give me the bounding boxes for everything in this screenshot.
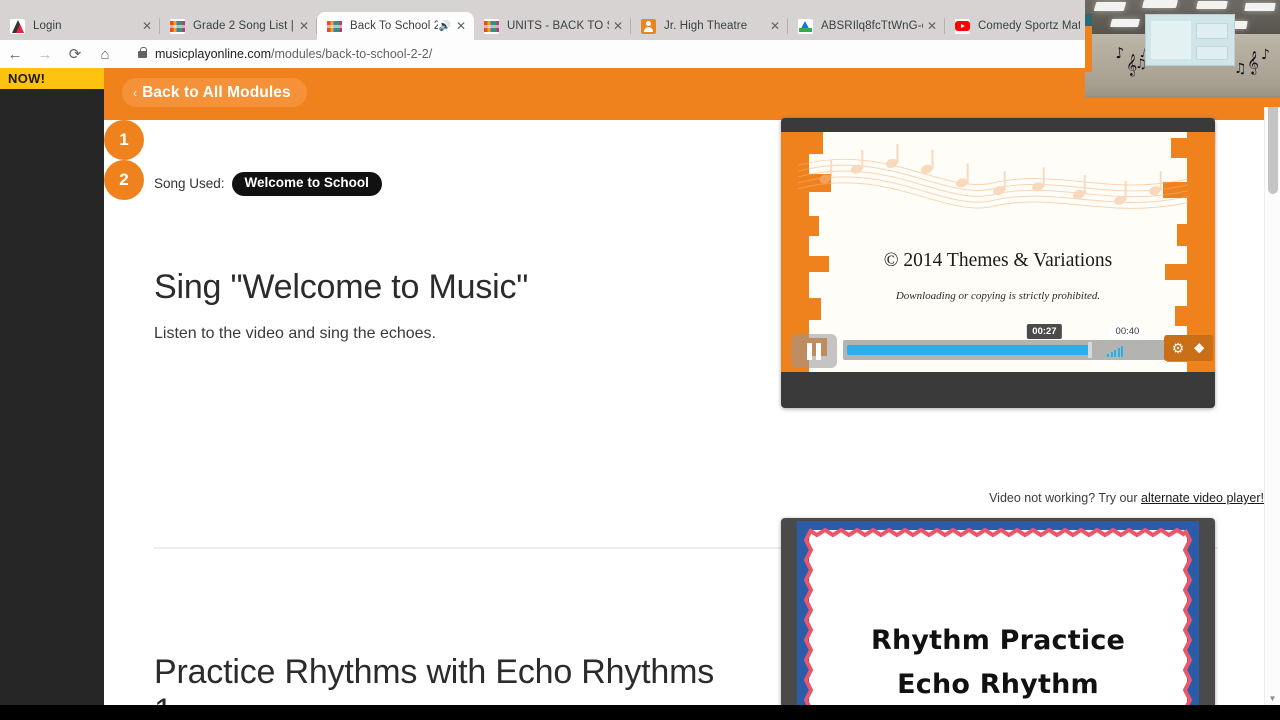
address-bar-url: musicplayonline.com/modules/back-to-scho… bbox=[155, 47, 432, 61]
tab-audio-playing-icon[interactable]: 🔊 bbox=[438, 21, 452, 32]
lesson-1-body: Listen to the video and sing the echoes. bbox=[154, 325, 436, 342]
tab-title: ABSRIlq8fcTtWnG-cRW bbox=[821, 20, 923, 32]
webcam-edge-orange-left bbox=[1085, 26, 1092, 72]
video-progress-fill bbox=[847, 345, 1091, 355]
back-to-all-modules-label: Back to All Modules bbox=[142, 83, 291, 101]
browser-tab-grade-2-song-list[interactable]: Grade 2 Song List | Mu ✕ bbox=[160, 12, 317, 40]
lesson-1-title: Sing "Welcome to Music" bbox=[154, 268, 529, 306]
music-note-decal-icon: ♫ bbox=[1135, 57, 1147, 72]
musicplay-icon bbox=[327, 18, 342, 34]
video-duration: 00:40 bbox=[1110, 324, 1145, 339]
recording-bottom-letterbox bbox=[0, 705, 1280, 720]
home-icon[interactable]: ⌂ bbox=[90, 47, 120, 62]
video-copyright-text: © 2014 Themes & Variations bbox=[883, 250, 1113, 271]
tab-title: UNITS - BACK TO SCH bbox=[507, 20, 609, 32]
lesson-2-title: Practice Rhythms with Echo Rhythms 1 bbox=[154, 653, 715, 705]
tab-title: Back To School 2 | bbox=[350, 20, 438, 32]
pause-icon[interactable] bbox=[791, 334, 837, 368]
url-path: /modules/back-to-school-2-2/ bbox=[271, 47, 433, 61]
thumbnail-blue-border: Rhythm Practice Echo Rhythm bbox=[797, 521, 1199, 705]
back-icon[interactable]: ← bbox=[0, 47, 30, 62]
url-domain: musicplayonline.com bbox=[155, 47, 272, 61]
tab-close-button[interactable]: ✕ bbox=[452, 20, 470, 32]
browser-tab-jr-high-theatre[interactable]: Jr. High Theatre ✕ bbox=[631, 12, 788, 40]
tab-title: Jr. High Theatre bbox=[664, 20, 748, 32]
song-used-pill[interactable]: Welcome to School bbox=[231, 172, 382, 196]
chevron-left-icon: ‹ bbox=[133, 85, 138, 100]
lock-icon bbox=[138, 46, 147, 58]
browser-tab-comedy-sportz[interactable]: Comedy Sportz Match ✕ bbox=[945, 12, 1102, 40]
tab-close-button[interactable]: ✕ bbox=[295, 20, 313, 32]
tab-close-button[interactable]: ✕ bbox=[138, 20, 156, 32]
youtube-icon bbox=[955, 18, 970, 34]
video-control-bar: 00:27 00:40 ⚙ ❖ bbox=[791, 324, 1213, 368]
google-drive-icon bbox=[798, 18, 813, 34]
tab-close-button[interactable]: ✕ bbox=[766, 20, 784, 32]
a-logo-icon bbox=[10, 18, 25, 34]
musicplay-icon bbox=[170, 18, 185, 34]
music-note-decal-icon: ♪ bbox=[1114, 43, 1126, 63]
video-player-lesson-1[interactable]: © 2014 Themes & Variations Downloading o… bbox=[781, 118, 1215, 408]
scrollbar-thumb[interactable] bbox=[1268, 102, 1278, 194]
music-note-decal-icon: 𝄞 bbox=[1247, 50, 1259, 74]
video-progress-bar[interactable]: 00:27 00:40 bbox=[843, 324, 1209, 360]
tab-close-button[interactable]: ✕ bbox=[923, 20, 941, 32]
alternate-video-player-link[interactable]: alternate video player! bbox=[1141, 491, 1264, 505]
thumbnail-title-line-2: Echo Rhythm bbox=[897, 669, 1099, 700]
music-note-decal-icon: ♪ bbox=[1261, 47, 1270, 63]
module-content: Song Used: Welcome to School 1 Sing "Wel… bbox=[104, 118, 1264, 705]
browser-tab-back-to-school-2[interactable]: Back To School 2 | 🔊 ✕ bbox=[317, 12, 474, 40]
browser-tab-login[interactable]: Login ✕ bbox=[0, 12, 160, 40]
video-progress-knob[interactable] bbox=[1088, 342, 1093, 358]
webcam-edge-orange-bottom bbox=[1085, 98, 1280, 107]
page-viewport: ‹ Back to All Modules Song Used: Welcome… bbox=[0, 68, 1280, 705]
gear-icon[interactable]: ⚙ bbox=[1172, 341, 1185, 355]
song-used-label: Song Used: bbox=[154, 176, 225, 192]
forward-icon[interactable]: → bbox=[30, 47, 60, 62]
video-notice-text: Downloading or copying is strictly prohi… bbox=[895, 290, 1101, 302]
song-used-row: Song Used: Welcome to School bbox=[154, 172, 382, 196]
scroll-down-arrow-icon[interactable]: ▼ bbox=[1265, 695, 1280, 703]
now-banner: NOW! bbox=[0, 68, 104, 89]
webcam-projected-screen bbox=[1145, 14, 1235, 66]
browser-tab-drive-file[interactable]: ABSRIlq8fcTtWnG-cRW ✕ bbox=[788, 12, 945, 40]
webcam-overlay[interactable]: ♪ 𝄞 ♫ ♩ ♫ 𝄞 ♪ bbox=[1085, 0, 1280, 107]
step-number-2: 2 bbox=[104, 160, 144, 200]
tab-title: Login bbox=[33, 20, 62, 32]
back-to-all-modules-button[interactable]: ‹ Back to All Modules bbox=[122, 78, 307, 107]
musicplay-icon bbox=[484, 18, 499, 34]
recording-left-letterbox bbox=[0, 68, 104, 705]
alternate-player-prefix: Video not working? Try our bbox=[989, 491, 1141, 505]
alternate-player-note: Video not working? Try our alternate vid… bbox=[744, 491, 1264, 505]
tab-title: Comedy Sportz Match bbox=[978, 20, 1080, 32]
tab-title: Grade 2 Song List | Mu bbox=[193, 20, 295, 32]
video-right-controls: ⚙ ❖ bbox=[1163, 335, 1213, 361]
page-scrollbar[interactable]: ▼ bbox=[1264, 68, 1280, 705]
thumbnail-title-line-1: Rhythm Practice bbox=[870, 625, 1126, 656]
step-number-label: 2 bbox=[119, 170, 129, 189]
music-note-decal-icon: ♫ bbox=[1234, 61, 1247, 77]
video-current-time: 00:27 bbox=[1027, 324, 1062, 339]
video-frame: © 2014 Themes & Variations Downloading o… bbox=[781, 132, 1215, 372]
step-number-1: 1 bbox=[104, 120, 144, 160]
screen-root: Login ✕ Grade 2 Song List | Mu ✕ Back To… bbox=[0, 0, 1280, 720]
reload-icon[interactable]: ⟳ bbox=[60, 47, 90, 62]
browser-tab-units-back-to-school[interactable]: UNITS - BACK TO SCH ✕ bbox=[474, 12, 631, 40]
musical-staff-decoration bbox=[798, 143, 1189, 209]
fullscreen-icon[interactable]: ❖ bbox=[1193, 342, 1205, 355]
tab-close-button[interactable]: ✕ bbox=[609, 20, 627, 32]
person-icon bbox=[641, 18, 656, 34]
step-number-label: 1 bbox=[119, 130, 129, 149]
video-thumbnail-lesson-2[interactable]: Rhythm Practice Echo Rhythm bbox=[781, 518, 1215, 705]
volume-bars-icon[interactable] bbox=[1107, 346, 1123, 357]
